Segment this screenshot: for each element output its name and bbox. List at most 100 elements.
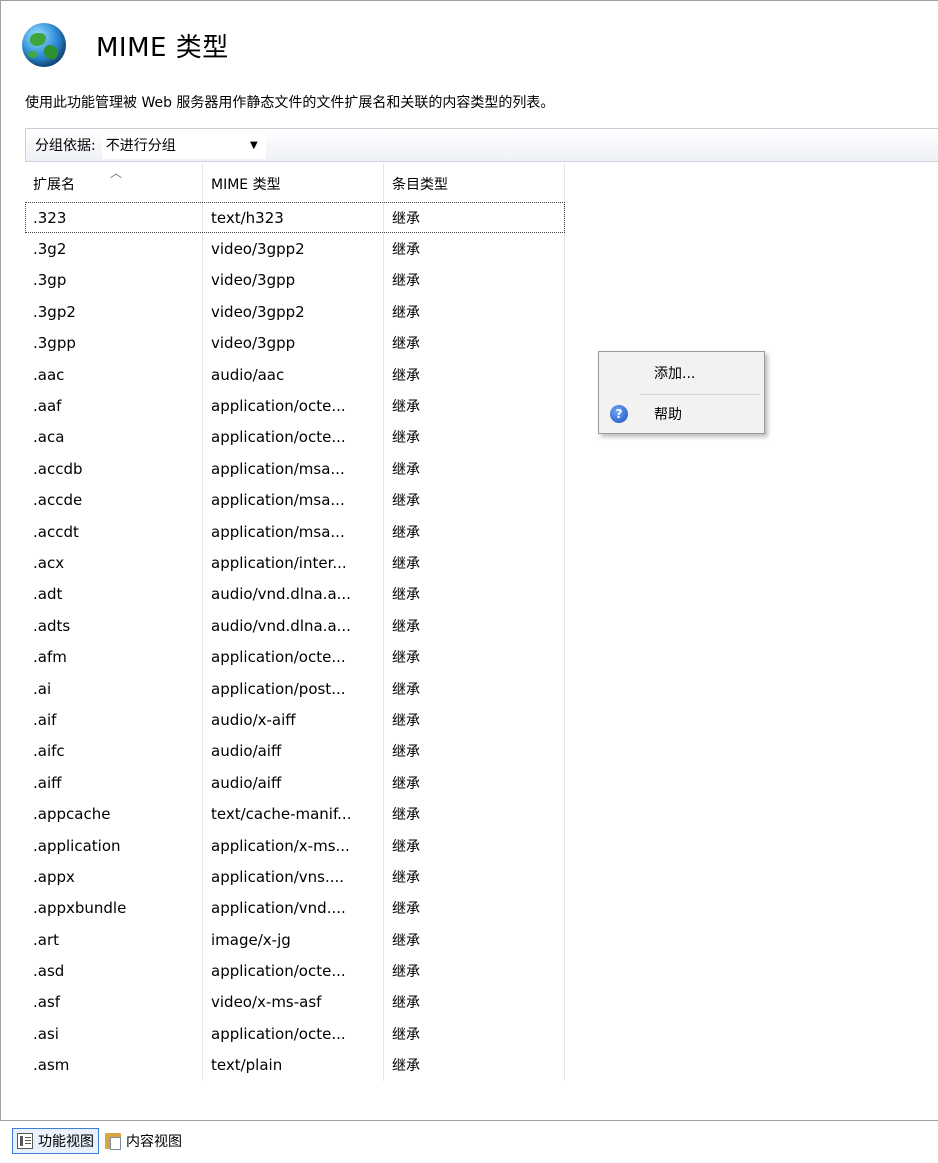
table-row[interactable]: .accde application/msa... 继承 [25,484,565,516]
list-header: 扩展名 ︿ MIME 类型 条目类型 [25,164,565,202]
group-by-label: 分组依据: [35,138,96,154]
extension-cell: .aif [25,704,203,736]
mime-type-cell: text/plain [203,1049,384,1081]
features-view-icon [17,1133,33,1149]
mime-type-cell: application/vnd.... [203,892,384,924]
extension-cell: .aac [25,358,203,391]
mime-type-cell: application/x-ms... [203,829,384,862]
extension-cell: .accdt [25,515,203,548]
extension-cell: .acx [25,547,203,579]
mime-type-cell: video/3gpp2 [203,233,384,265]
table-row[interactable]: .3gp video/3gpp 继承 [25,264,565,297]
mime-type-cell: audio/aac [203,358,384,391]
table-row[interactable]: .3gp2 video/3gpp2 继承 [25,296,565,328]
dropdown-arrow-icon: ▼ [250,139,258,151]
extension-cell: .accde [25,484,203,516]
mime-type-cell: audio/vnd.dlna.a... [203,578,384,611]
mime-type-cell: video/3gpp2 [203,296,384,328]
entry-type-cell: 继承 [384,798,565,830]
extension-cell: .adts [25,610,203,642]
entry-type-cell: 继承 [384,515,565,548]
mime-type-cell: application/msa... [203,515,384,548]
extension-cell: .appxbundle [25,892,203,924]
table-row[interactable]: .aif audio/x-aiff 继承 [25,704,565,736]
extension-cell: .ai [25,672,203,705]
view-tabs: 功能视图 内容视图 [12,1126,188,1156]
table-row[interactable]: .323 text/h323 继承 [25,202,565,234]
context-menu: 添加... ? 帮助 [598,351,765,434]
extension-cell: .3gp [25,264,203,297]
table-row[interactable]: .appcache text/cache-manif... 继承 [25,798,565,830]
extension-cell: .323 [25,202,203,234]
mime-type-cell: application/octe... [203,955,384,987]
table-row[interactable]: .asm text/plain 继承 [25,1049,565,1081]
table-row[interactable]: .art image/x-jg 继承 [25,923,565,956]
extension-cell: .adt [25,578,203,611]
extension-cell: .asm [25,1049,203,1081]
menu-item-add[interactable]: 添加... [599,356,764,390]
content-view-icon [105,1133,121,1150]
column-header-mime-type[interactable]: MIME 类型 [203,164,384,202]
table-row[interactable]: .afm application/octe... 继承 [25,641,565,673]
entry-type-cell: 继承 [384,641,565,673]
mime-type-cell: video/3gpp [203,327,384,359]
tab-content-view[interactable]: 内容视图 [101,1128,186,1154]
extension-cell: .appx [25,861,203,893]
mime-type-cell: video/3gpp [203,264,384,297]
page-header: MIME 类型 [22,22,229,68]
mime-type-cell: application/octe... [203,1018,384,1050]
mime-type-cell: audio/x-aiff [203,704,384,736]
table-row[interactable]: .accdb application/msa... 继承 [25,453,565,485]
mime-type-cell: audio/vnd.dlna.a... [203,610,384,642]
table-row[interactable]: .asd application/octe... 继承 [25,955,565,987]
table-row[interactable]: .application application/x-ms... 继承 [25,829,565,862]
table-row[interactable]: .3g2 video/3gpp2 继承 [25,233,565,265]
extension-cell: .asf [25,986,203,1019]
mime-type-cell: application/msa... [203,484,384,516]
extension-cell: .art [25,923,203,956]
table-row[interactable]: .accdt application/msa... 继承 [25,515,565,548]
extension-cell: .application [25,829,203,862]
entry-type-cell: 继承 [384,484,565,516]
entry-type-cell: 继承 [384,453,565,485]
table-row[interactable]: .appx application/vns.... 继承 [25,861,565,893]
entry-type-cell: 继承 [384,202,565,234]
table-row[interactable]: .aaf application/octe... 继承 [25,390,565,422]
mime-type-cell: application/octe... [203,641,384,673]
entry-type-cell: 继承 [384,955,565,987]
table-row[interactable]: .3gpp video/3gpp 继承 [25,327,565,359]
table-row[interactable]: .aca application/octe... 继承 [25,421,565,454]
entry-type-cell: 继承 [384,829,565,862]
table-row[interactable]: .adt audio/vnd.dlna.a... 继承 [25,578,565,611]
entry-type-cell: 继承 [384,704,565,736]
entry-type-cell: 继承 [384,390,565,422]
column-header-extension[interactable]: 扩展名 ︿ [25,164,203,202]
tab-features-view[interactable]: 功能视图 [12,1128,99,1154]
entry-type-cell: 继承 [384,264,565,297]
entry-type-cell: 继承 [384,421,565,454]
table-row[interactable]: .asi application/octe... 继承 [25,1018,565,1050]
mime-type-cell: text/cache-manif... [203,798,384,830]
extension-cell: .aca [25,421,203,454]
extension-cell: .3g2 [25,233,203,265]
mime-type-cell: application/msa... [203,453,384,485]
table-row[interactable]: .asf video/x-ms-asf 继承 [25,986,565,1019]
table-row[interactable]: .aifc audio/aiff 继承 [25,735,565,768]
bottom-divider [0,1120,938,1121]
column-header-entry-type[interactable]: 条目类型 [384,164,565,202]
sort-ascending-icon: ︿ [110,166,123,180]
table-row[interactable]: .aiff audio/aiff 继承 [25,767,565,799]
table-row[interactable]: .acx application/inter... 继承 [25,547,565,579]
entry-type-cell: 继承 [384,735,565,768]
menu-item-help[interactable]: ? 帮助 [599,397,764,431]
globe-icon [22,23,66,67]
menu-separator [639,394,760,395]
mime-type-list[interactable]: .323 text/h323 继承 .3g2 video/3gpp2 继承 .3gp vide… [25,202,565,1098]
table-row[interactable]: .ai application/post... 继承 [25,672,565,705]
mime-type-cell: audio/aiff [203,735,384,768]
group-by-dropdown[interactable]: 不进行分组 ▼ [101,131,266,159]
table-row[interactable]: .aac audio/aac 继承 [25,358,565,391]
extension-cell: .asi [25,1018,203,1050]
table-row[interactable]: .adts audio/vnd.dlna.a... 继承 [25,610,565,642]
table-row[interactable]: .appxbundle application/vnd.... 继承 [25,892,565,924]
